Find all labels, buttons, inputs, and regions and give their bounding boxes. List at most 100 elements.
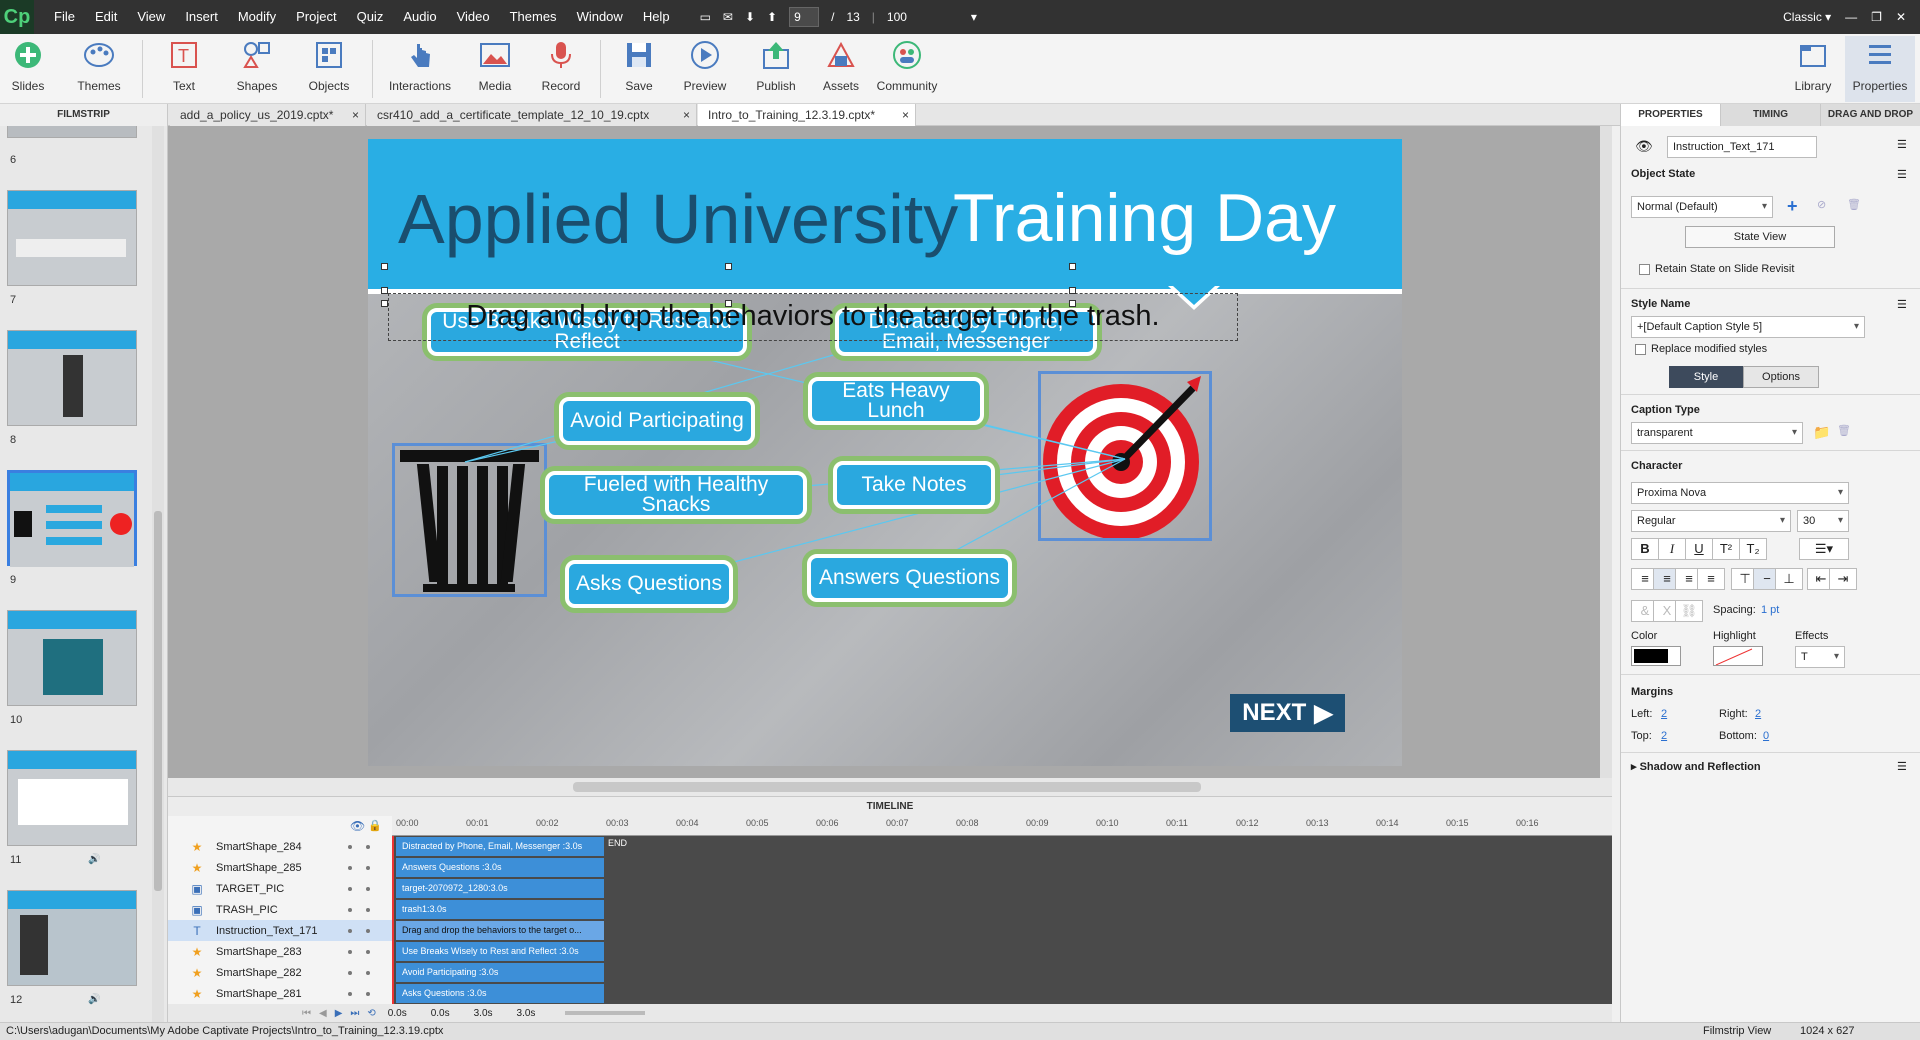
lock-dot[interactable] [366,844,370,849]
font-style-select[interactable]: Regular [1631,510,1791,532]
doc-tab-policy[interactable]: add_a_policy_us_2019.cptx* × [170,104,366,126]
timeline-layer-row[interactable]: ★ SmartShape_281 [168,983,392,1004]
remove-state-icon[interactable]: ⊘ [1817,198,1826,211]
stage-vertical-scrollbar[interactable] [1600,126,1612,778]
font-family-select[interactable]: Proxima Nova [1631,482,1849,504]
lock-dot[interactable] [366,907,370,912]
next-slide-icon[interactable]: ⬇ [745,10,755,24]
playhead[interactable] [392,836,394,1004]
prev-slide-icon[interactable]: ⬆ [767,10,777,24]
drag-box-eats-heavy-lunch[interactable]: Eats Heavy Lunch [808,377,984,425]
drag-box-asks-questions[interactable]: Asks Questions [565,560,733,608]
timeline-bar[interactable]: Use Breaks Wisely to Rest and Reflect :3… [396,942,604,961]
spacing-value[interactable]: 1 pt [1761,604,1779,616]
menu-window[interactable]: Window [567,0,633,34]
resize-handle[interactable] [1069,287,1076,294]
tab-timing[interactable]: TIMING [1720,104,1820,126]
underline-button[interactable]: U [1685,538,1713,560]
retain-state-checkbox[interactable] [1639,264,1650,275]
next-button[interactable]: NEXT ▶ [1230,694,1345,732]
slides-button[interactable]: Slides [0,38,63,93]
drag-box-fueled-snacks[interactable]: Fueled with Healthy Snacks [545,471,807,519]
bold-button[interactable]: B [1631,538,1659,560]
drag-box-answers-questions[interactable]: Answers Questions [807,554,1012,602]
visibility-dot[interactable] [348,865,352,870]
instruction-text[interactable]: Drag and drop the behaviors to the targe… [388,293,1238,341]
bullets-select[interactable]: ☰▾ [1799,538,1849,560]
slide-thumb-10[interactable] [7,610,137,706]
resize-handle[interactable] [725,263,732,270]
themes-button[interactable]: Themes [64,38,134,93]
timeline-bar[interactable]: Avoid Participating :3.0s [396,963,604,982]
italic-button[interactable]: I [1658,538,1686,560]
resize-handle[interactable] [381,287,388,294]
menu-themes[interactable]: Themes [500,0,567,34]
timeline-ruler[interactable]: 00:00 00:01 00:02 00:03 00:04 00:05 00:06 00:07… [392,816,1612,836]
caption-type-select[interactable]: transparent [1631,422,1803,444]
lock-icon[interactable]: 🔒 [368,819,382,832]
resize-handle[interactable] [381,263,388,270]
object-state-select[interactable]: Normal (Default) [1631,196,1773,218]
panel-menu-icon[interactable]: ☰ [1897,138,1907,151]
save-button[interactable]: Save [604,38,674,93]
timeline-layer-row[interactable]: ★ SmartShape_283 [168,941,392,962]
delete-state-icon[interactable]: 🗑 [1847,198,1861,211]
slide-thumb-7[interactable] [7,190,137,286]
menu-help[interactable]: Help [633,0,680,34]
style-name-select[interactable]: +[Default Caption Style 5] [1631,316,1865,338]
timeline-zoom-slider[interactable] [565,1011,646,1015]
visibility-dot[interactable] [348,991,352,996]
visibility-dot[interactable] [348,928,352,933]
highlight-color-swatch[interactable] [1713,646,1763,666]
menu-video[interactable]: Video [447,0,500,34]
assets-button[interactable]: Assets [806,38,876,93]
object-name-input[interactable]: Instruction_Text_171 [1667,136,1817,158]
align-bottom-button[interactable]: ⊥ [1775,568,1803,590]
timeline-layer-row[interactable]: ★ SmartShape_285 [168,857,392,878]
tab-properties[interactable]: PROPERTIES [1620,104,1720,126]
menu-project[interactable]: Project [286,0,346,34]
community-button[interactable]: Community [872,38,942,93]
timeline-layer-row[interactable]: ★ SmartShape_284 [168,836,392,857]
lock-dot[interactable] [366,865,370,870]
lock-dot[interactable] [366,949,370,954]
back-icon[interactable]: ◀ [319,1008,327,1019]
delete-icon[interactable]: 🗑 [1837,424,1851,437]
interactions-button[interactable]: Interactions [385,38,455,93]
superscript-button[interactable]: T² [1712,538,1740,560]
timeline-bar[interactable]: trash1:3.0s [396,900,604,919]
margin-left-value[interactable]: 2 [1661,708,1667,720]
close-tab-icon[interactable]: × [683,104,690,126]
objects-button[interactable]: Objects [294,38,364,93]
timeline-layer-row[interactable]: ▣ TARGET_PIC [168,878,392,899]
style-menu-icon[interactable]: ☰ [1897,298,1907,311]
tab-drag-and-drop[interactable]: DRAG AND DROP [1820,104,1920,126]
mail-icon[interactable]: ✉ [723,10,733,24]
forward-icon[interactable]: ⏭ [350,1008,359,1019]
workspace-select[interactable]: Classic ▾ [1783,10,1831,24]
hyperlink-icon[interactable]: ⛓ [1675,600,1703,622]
subscript-button[interactable]: T₂ [1739,538,1767,560]
preview-button[interactable]: Preview [670,38,740,93]
restore-icon[interactable]: ❐ [1871,10,1882,24]
replace-styles-checkbox[interactable] [1635,344,1646,355]
visibility-eye-icon[interactable]: 👁 [1635,138,1653,155]
timeline-title[interactable]: TIMELINE [168,796,1612,816]
effects-select[interactable]: T [1795,646,1845,668]
visibility-dot[interactable] [348,949,352,954]
close-tab-icon[interactable]: × [902,104,909,126]
drag-box-avoid-participating[interactable]: Avoid Participating [559,397,755,445]
indent-button[interactable]: ⇥ [1829,568,1857,590]
menu-audio[interactable]: Audio [393,0,446,34]
style-tab[interactable]: Style [1669,366,1743,388]
loop-icon[interactable]: ⟲ [367,1008,375,1019]
close-tab-icon[interactable]: × [352,104,359,126]
eye-icon[interactable]: 👁 [350,819,365,833]
options-tab[interactable]: Options [1743,366,1819,388]
doc-tab-intro[interactable]: Intro_to_Training_12.3.19.cptx* × [698,104,916,126]
slide-thumb-11[interactable] [7,750,137,846]
publish-button[interactable]: Publish [741,38,811,93]
font-size-select[interactable]: 30 [1797,510,1849,532]
filmstrip-scrollbar[interactable] [152,126,164,1022]
margin-top-value[interactable]: 2 [1661,730,1667,742]
